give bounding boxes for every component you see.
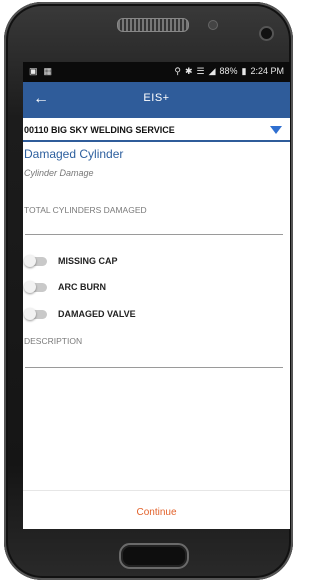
app-title: EIS+ (143, 92, 170, 104)
continue-button[interactable]: Continue (23, 507, 290, 518)
battery-icon: ▮ (241, 66, 247, 76)
home-button[interactable] (119, 543, 189, 569)
signal-icon: ◢ (208, 66, 216, 76)
form-subheading: Cylinder Damage (24, 168, 94, 178)
wifi-icon: ☰ (196, 66, 205, 76)
location-icon: ⚲ (174, 66, 181, 76)
status-bar: ▣ ▦ ⚲ ✱ ☰ ◢ 88% ▮ 2:24 PM (23, 62, 290, 82)
phone-frame: ▣ ▦ ⚲ ✱ ☰ ◢ 88% ▮ 2:24 PM ← EIS+ 00110 B… (4, 2, 293, 580)
proximity-sensor (208, 20, 218, 30)
earpiece-speaker (117, 18, 189, 32)
footer-divider (23, 490, 290, 491)
damaged-valve-label: DAMAGED VALVE (58, 309, 136, 319)
total-damaged-label: TOTAL CYLINDERS DAMAGED (24, 205, 147, 215)
description-label: DESCRIPTION (24, 336, 83, 346)
customer-dropdown-value: 00110 BIG SKY WELDING SERVICE (24, 125, 175, 135)
front-camera-icon (259, 26, 274, 41)
form-heading: Damaged Cylinder (24, 147, 124, 161)
screenshot-icon: ▦ (43, 66, 53, 76)
status-bar-notifications: ▣ ▦ (29, 66, 52, 77)
bluetooth-icon: ✱ (184, 66, 193, 76)
status-bar-system: ⚲ ✱ ☰ ◢ 88% ▮ 2:24 PM (174, 66, 284, 77)
app-bar: ← EIS+ (23, 82, 290, 118)
arc-burn-label: ARC BURN (58, 282, 106, 292)
switch-knob (24, 308, 36, 320)
notification-icon: ▣ (29, 66, 38, 76)
switch-knob (24, 281, 36, 293)
battery-percent: 88% (219, 66, 238, 76)
description-input[interactable] (25, 367, 283, 368)
arc-burn-switch[interactable] (24, 281, 47, 293)
missing-cap-switch[interactable] (24, 255, 47, 267)
missing-cap-label: MISSING CAP (58, 256, 118, 266)
switch-knob (24, 255, 36, 267)
toggle-row-missing-cap: MISSING CAP (24, 254, 265, 270)
total-damaged-input[interactable] (25, 234, 283, 235)
toggle-row-damaged-valve: DAMAGED VALVE (24, 307, 265, 323)
clock: 2:24 PM (250, 66, 284, 76)
customer-dropdown[interactable]: 00110 BIG SKY WELDING SERVICE (23, 122, 290, 142)
damaged-valve-switch[interactable] (24, 308, 47, 320)
screen: ▣ ▦ ⚲ ✱ ☰ ◢ 88% ▮ 2:24 PM ← EIS+ 00110 B… (23, 62, 290, 529)
triangle-down-icon (270, 126, 282, 134)
toggle-row-arc-burn: ARC BURN (24, 280, 265, 296)
